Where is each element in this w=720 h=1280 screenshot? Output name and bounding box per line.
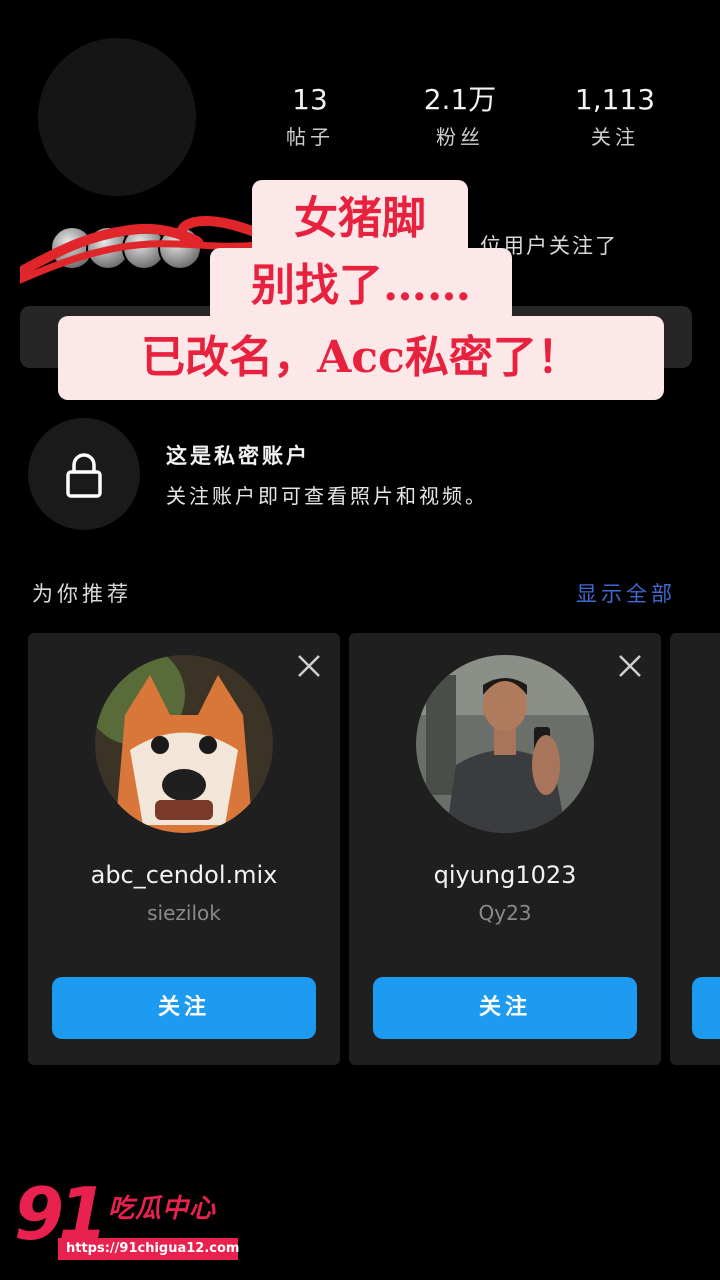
private-account-title: 这是私密账户	[166, 444, 310, 468]
stat-posts-label: 帖子	[286, 125, 334, 149]
stat-posts-count: 13	[292, 83, 328, 116]
suggestion-fullname: siezilok	[147, 901, 221, 925]
stat-followers[interactable]: 2.1万 粉丝	[390, 82, 530, 150]
suggestion-username: qiyung1023	[433, 861, 577, 889]
stat-followers-label: 粉丝	[436, 125, 484, 149]
overlay-caption-line-2: 别找了……	[210, 248, 512, 324]
suggestion-card[interactable]: abc_cendol.mix siezilok 关注	[28, 633, 340, 1065]
overlay-caption-line-1: 女猪脚	[252, 180, 468, 258]
stat-following[interactable]: 1,113 关注	[545, 82, 685, 150]
close-icon[interactable]	[296, 653, 322, 679]
lock-icon	[66, 453, 102, 498]
watermark-logo: 91 吃瓜中心 https://91chigua12.com	[10, 1172, 250, 1266]
watermark-url: https://91chigua12.com	[58, 1238, 239, 1260]
overlay-caption-line-3: 已改名，Acc私密了！	[58, 316, 664, 400]
close-icon[interactable]	[617, 653, 643, 679]
suggestion-avatar[interactable]	[95, 655, 273, 833]
private-account-description: 关注账户即可查看照片和视频。	[166, 484, 488, 508]
suggestion-fullname: Qy23	[478, 901, 532, 925]
profile-avatar[interactable]	[38, 38, 196, 196]
stat-posts[interactable]: 13 帖子	[240, 82, 380, 150]
stat-following-label: 关注	[591, 125, 639, 149]
follow-button-partial[interactable]	[692, 977, 720, 1039]
suggestions-heading: 为你推荐	[32, 582, 132, 606]
suggestion-avatar[interactable]	[416, 655, 594, 833]
follow-button[interactable]: 关注	[373, 977, 637, 1039]
private-lock-badge	[28, 418, 140, 530]
suggestion-username: abc_cendol.mix	[90, 861, 278, 889]
stat-followers-count: 2.1万	[423, 83, 497, 116]
suggestion-card-partial[interactable]	[670, 633, 720, 1065]
suggestion-card[interactable]: qiyung1023 Qy23 关注	[349, 633, 661, 1065]
watermark-name: 吃瓜中心	[108, 1194, 217, 1224]
show-all-link[interactable]: 显示全部	[576, 578, 676, 608]
stat-following-count: 1,113	[574, 83, 656, 116]
follow-button[interactable]: 关注	[52, 977, 316, 1039]
